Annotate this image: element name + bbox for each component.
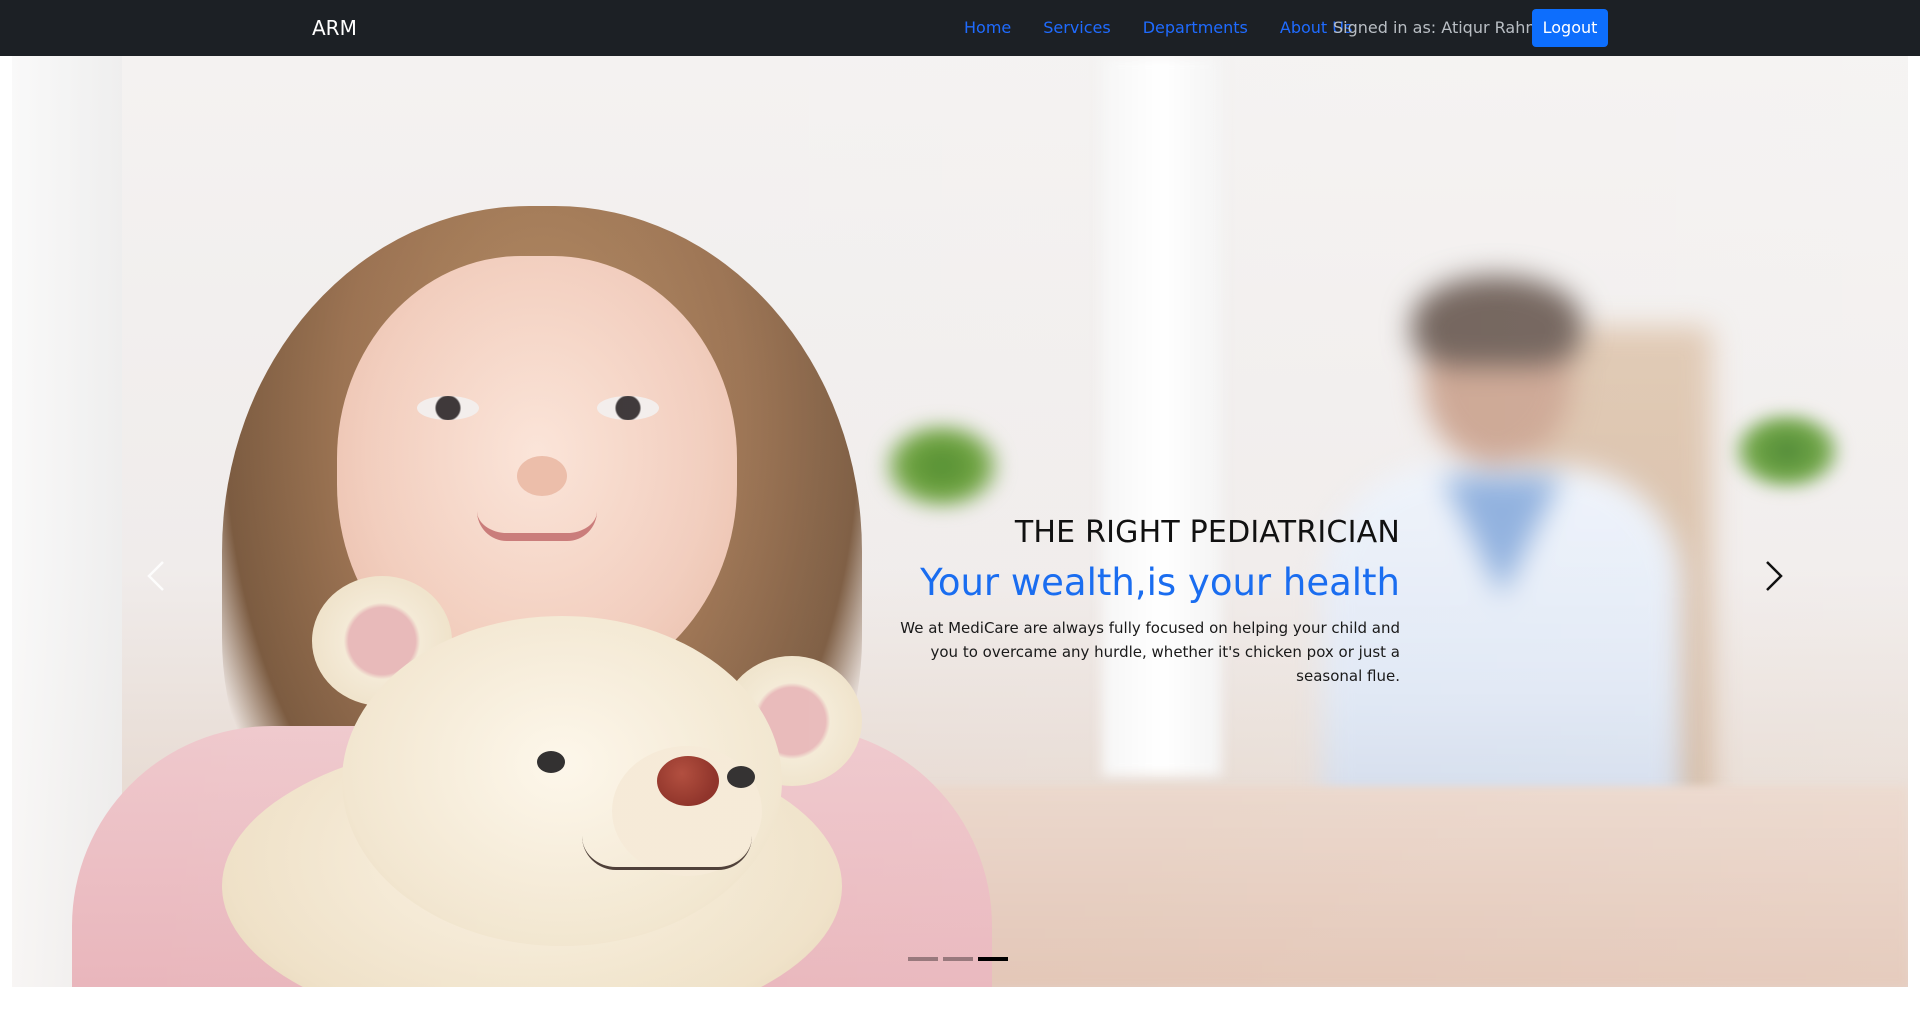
carousel-prev-button[interactable] (137, 556, 177, 596)
logout-button[interactable]: Logout (1532, 9, 1608, 47)
brand-logo[interactable]: ARM (312, 16, 357, 40)
nav-link-departments[interactable]: Departments (1143, 18, 1248, 38)
hero-title: Your wealth,is your health (920, 561, 1400, 604)
nav-link-services[interactable]: Services (1043, 18, 1110, 38)
carousel-indicators (908, 957, 1008, 961)
chevron-left-icon (147, 561, 164, 591)
chevron-right-icon (1766, 561, 1783, 591)
hero-overline: THE RIGHT PEDIATRICIAN (1014, 515, 1400, 550)
nav-link-home[interactable]: Home (964, 18, 1011, 38)
nav-links: Home Services Departments About Us (964, 18, 1352, 38)
hero-description: We at MediCare are always fully focused … (900, 619, 1400, 685)
carousel-indicator-1[interactable] (908, 957, 938, 961)
hero-carousel: THE RIGHT PEDIATRICIAN Your wealth,is yo… (12, 56, 1908, 987)
carousel-indicator-2[interactable] (943, 957, 973, 961)
carousel-next-button[interactable] (1753, 556, 1793, 596)
top-navbar: ARM Home Services Departments About Us S… (0, 0, 1920, 56)
carousel-indicator-3[interactable] (978, 957, 1008, 961)
hero-caption: THE RIGHT PEDIATRICIAN Your wealth,is yo… (900, 513, 1400, 688)
signed-in-user: Signed in as: Atiqur Rahman (1333, 18, 1561, 37)
